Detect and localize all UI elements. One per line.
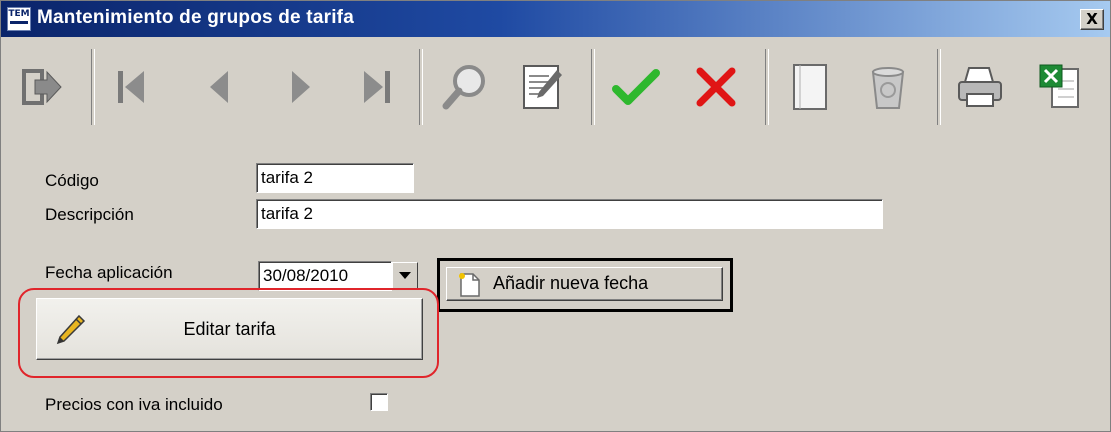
iva-label: Precios con iva incluido bbox=[45, 395, 223, 414]
first-record-icon bbox=[118, 71, 144, 103]
delete-button[interactable] bbox=[853, 45, 923, 129]
last-record-icon bbox=[364, 71, 390, 103]
blank-page-icon bbox=[793, 64, 827, 110]
printer-icon bbox=[958, 67, 1002, 107]
toolbar bbox=[1, 37, 1110, 137]
red-x-icon bbox=[696, 67, 736, 107]
magnifier-icon bbox=[442, 65, 485, 110]
add-date-focus-frame: Añadir nueva fecha bbox=[437, 258, 733, 312]
descripcion-field[interactable]: tarifa 2 bbox=[256, 199, 883, 229]
title-bar[interactable]: TEM Mantenimiento de grupos de tarifa X bbox=[1, 1, 1110, 37]
descripcion-label: Descripción bbox=[45, 205, 134, 224]
app-icon: TEM bbox=[7, 7, 31, 31]
print-button[interactable] bbox=[945, 45, 1015, 129]
search-button[interactable] bbox=[429, 45, 499, 129]
close-button[interactable]: X bbox=[1080, 9, 1104, 30]
previous-record-icon bbox=[210, 71, 228, 103]
next-record-button[interactable] bbox=[267, 45, 337, 129]
exit-button[interactable] bbox=[7, 45, 77, 129]
excel-icon bbox=[1039, 64, 1079, 108]
edit-document-button[interactable] bbox=[507, 45, 577, 129]
new-record-button[interactable] bbox=[775, 45, 845, 129]
codigo-label: Código bbox=[45, 171, 99, 190]
toolbar-separator bbox=[765, 49, 769, 125]
cancel-button[interactable] bbox=[681, 45, 751, 129]
new-document-icon bbox=[459, 273, 480, 297]
toolbar-separator bbox=[591, 49, 595, 125]
iva-checkbox[interactable] bbox=[370, 393, 388, 411]
add-new-date-button[interactable]: Añadir nueva fecha bbox=[446, 267, 723, 301]
dropdown-button[interactable] bbox=[392, 262, 418, 289]
codigo-field[interactable]: tarifa 2 bbox=[256, 163, 414, 193]
edit-document-icon bbox=[523, 65, 562, 109]
fecha-aplicacion-value[interactable]: 30/08/2010 bbox=[258, 261, 392, 291]
fecha-aplicacion-select[interactable]: 30/08/2010 bbox=[258, 261, 420, 291]
recycle-bin-icon bbox=[871, 67, 905, 109]
previous-record-button[interactable] bbox=[183, 45, 253, 129]
toolbar-separator bbox=[937, 49, 941, 125]
exit-arrow-icon bbox=[22, 69, 62, 105]
edit-tariff-button[interactable]: Editar tarifa bbox=[36, 298, 423, 360]
toolbar-separator bbox=[419, 49, 423, 125]
accept-button[interactable] bbox=[601, 45, 671, 129]
fecha-aplicacion-label: Fecha aplicación bbox=[45, 263, 173, 282]
tariff-groups-window: TEM Mantenimiento de grupos de tarifa X bbox=[0, 0, 1111, 432]
chevron-down-icon bbox=[399, 272, 411, 279]
window-title: Mantenimiento de grupos de tarifa bbox=[37, 7, 354, 28]
excel-export-button[interactable] bbox=[1025, 45, 1095, 129]
last-record-button[interactable] bbox=[341, 45, 411, 129]
edit-tariff-label: Editar tarifa bbox=[183, 319, 276, 339]
next-record-icon bbox=[292, 71, 310, 103]
toolbar-separator bbox=[91, 49, 95, 125]
checkmark-icon bbox=[612, 69, 660, 105]
first-record-button[interactable] bbox=[97, 45, 167, 129]
add-new-date-label: Añadir nueva fecha bbox=[493, 273, 649, 293]
